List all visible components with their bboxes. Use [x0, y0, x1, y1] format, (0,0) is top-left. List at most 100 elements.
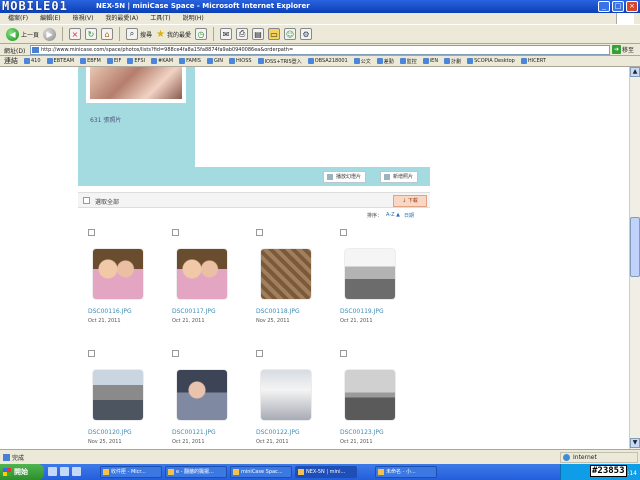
link-item[interactable]: 監控: [399, 58, 417, 65]
stop-icon[interactable]: ×: [69, 28, 82, 40]
photo-date: Oct 21, 2011: [256, 439, 289, 445]
photo-checkbox[interactable]: [88, 350, 95, 357]
link-item[interactable]: HIOSS: [229, 58, 252, 64]
minimize-button[interactable]: _: [598, 1, 610, 12]
photo-checkbox[interactable]: [256, 229, 263, 236]
photo-thumbnail[interactable]: [261, 370, 311, 420]
link-item[interactable]: EFSI: [127, 58, 145, 64]
photo-checkbox[interactable]: [340, 229, 347, 236]
link-item[interactable]: EIF: [106, 58, 121, 64]
task-label: 未命名 - 小...: [386, 469, 416, 475]
photo-thumbnail[interactable]: [345, 370, 395, 420]
photo-checkbox[interactable]: [256, 350, 263, 357]
address-bar: 網址(D) http://www.minicase.com/space/phot…: [0, 44, 640, 56]
photo-checkbox[interactable]: [172, 350, 179, 357]
link-item[interactable]: OBSA218001: [307, 58, 348, 64]
print-icon[interactable]: ⎙: [236, 28, 249, 40]
photo-filename[interactable]: DSC00120.JPG: [88, 429, 132, 436]
menu-tools[interactable]: 工具(T): [150, 13, 170, 24]
go-arrow-icon: ➜: [612, 45, 621, 54]
go-button[interactable]: ➜ 移至: [612, 45, 634, 54]
photo-filename[interactable]: DSC00121.JPG: [172, 429, 216, 436]
photo-thumbnail[interactable]: [177, 249, 227, 299]
photo-checkbox[interactable]: [340, 350, 347, 357]
taskbar-item-active[interactable]: NEX-5N | mini...: [295, 466, 357, 478]
close-button[interactable]: ×: [626, 1, 638, 12]
quicklaunch-folder-icon[interactable]: [72, 467, 81, 476]
task-label: e - 翻牆的飄揚...: [176, 469, 214, 475]
vertical-scrollbar[interactable]: ▲ ▼: [629, 67, 640, 449]
link-item[interactable]: SCOPIA Desktop: [467, 58, 515, 64]
link-item[interactable]: HICERT: [520, 58, 546, 64]
taskbar-item[interactable]: 未命名 - 小...: [375, 466, 437, 478]
discuss-icon[interactable]: ▭: [268, 28, 281, 40]
favorites-button[interactable]: ★ 我的最愛: [156, 29, 191, 40]
mail-icon[interactable]: ✉: [220, 28, 233, 40]
link-item[interactable]: 410: [24, 58, 41, 64]
history-icon[interactable]: ◷: [195, 28, 208, 40]
menu-favorites[interactable]: 我的最愛(A): [105, 13, 138, 24]
menu-edit[interactable]: 編輯(E): [40, 13, 60, 24]
link-text: #KAM: [158, 58, 174, 64]
photo-thumbnail[interactable]: [93, 370, 143, 420]
link-item[interactable]: EBFM: [80, 58, 101, 64]
link-item[interactable]: iEN: [422, 58, 438, 64]
sort-date-link[interactable]: 日期: [404, 212, 414, 219]
photo-thumbnail[interactable]: [345, 249, 395, 299]
photo-filename[interactable]: DSC00118.JPG: [256, 308, 300, 315]
task-label: NEX-5N | mini...: [306, 469, 346, 475]
back-button[interactable]: ◀ 上一頁: [6, 27, 39, 41]
link-item[interactable]: #KAM: [151, 58, 173, 64]
link-item[interactable]: 計劃: [444, 58, 461, 65]
link-item[interactable]: 差勤: [376, 58, 394, 65]
select-all-checkbox[interactable]: [83, 197, 90, 204]
edit-icon[interactable]: ▤: [252, 28, 265, 40]
scroll-up-button[interactable]: ▲: [630, 67, 640, 77]
link-item[interactable]: IOSS+TRIS登入: [257, 58, 302, 65]
menu-help[interactable]: 說明(H): [183, 13, 204, 24]
link-text: EFSI: [134, 58, 145, 64]
messenger-icon[interactable]: ☺: [284, 28, 297, 40]
quicklaunch-desktop-icon[interactable]: [48, 467, 57, 476]
photo-thumbnail[interactable]: [177, 370, 227, 420]
link-item[interactable]: FAMIS: [179, 58, 201, 64]
research-icon[interactable]: ⚙: [300, 28, 313, 40]
address-input[interactable]: http://www.minicase.com/space/photos/lis…: [30, 45, 610, 55]
maximize-button[interactable]: □: [612, 1, 624, 12]
add-photo-button[interactable]: 新增照片: [380, 171, 419, 183]
home-icon[interactable]: ⌂: [101, 28, 114, 40]
link-item[interactable]: EBTEAM: [46, 58, 74, 64]
search-button[interactable]: ⌕ 搜尋: [126, 28, 152, 40]
photo-filename[interactable]: DSC00116.JPG: [88, 308, 132, 315]
photo-filename[interactable]: DSC00117.JPG: [172, 308, 216, 315]
photo-checkbox[interactable]: [172, 229, 179, 236]
link-icon: [151, 58, 157, 64]
window-title: NEX-5N | miniCase Space - Microsoft Inte…: [96, 2, 310, 10]
refresh-icon[interactable]: ↻: [85, 28, 98, 40]
photo-date: Nov 25, 2011: [88, 439, 122, 445]
photo-filename[interactable]: DSC00122.JPG: [256, 429, 300, 436]
link-item[interactable]: 公文: [353, 58, 371, 65]
photo-checkbox[interactable]: [88, 229, 95, 236]
link-item[interactable]: GIN: [206, 58, 223, 64]
start-button[interactable]: 開始: [0, 464, 44, 480]
sort-az-link[interactable]: A-Z ▲: [386, 212, 400, 219]
scroll-thumb[interactable]: [630, 217, 640, 277]
forward-button[interactable]: ▶: [43, 27, 57, 41]
link-icon: [206, 58, 213, 64]
menu-file[interactable]: 檔案(F): [8, 13, 28, 24]
photo-filename[interactable]: DSC00123.JPG: [340, 429, 384, 436]
scroll-down-button[interactable]: ▼: [630, 438, 640, 448]
page-icon: [32, 47, 39, 53]
taskbar-item[interactable]: e - 翻牆的飄揚...: [165, 466, 227, 478]
quicklaunch-ie-icon[interactable]: [60, 467, 69, 476]
slideshow-button[interactable]: 播放幻燈片: [323, 171, 367, 183]
taskbar-item[interactable]: miniCase Spac...: [230, 466, 292, 478]
taskbar-item[interactable]: 收件匣 - Micr...: [100, 466, 162, 478]
album-cover[interactable]: [86, 67, 186, 103]
menu-view[interactable]: 檢視(V): [73, 13, 94, 24]
photo-filename[interactable]: DSC00119.JPG: [340, 308, 384, 315]
download-button[interactable]: ↓ 下載: [393, 195, 427, 207]
photo-thumbnail[interactable]: [93, 249, 143, 299]
photo-thumbnail[interactable]: [261, 249, 311, 299]
